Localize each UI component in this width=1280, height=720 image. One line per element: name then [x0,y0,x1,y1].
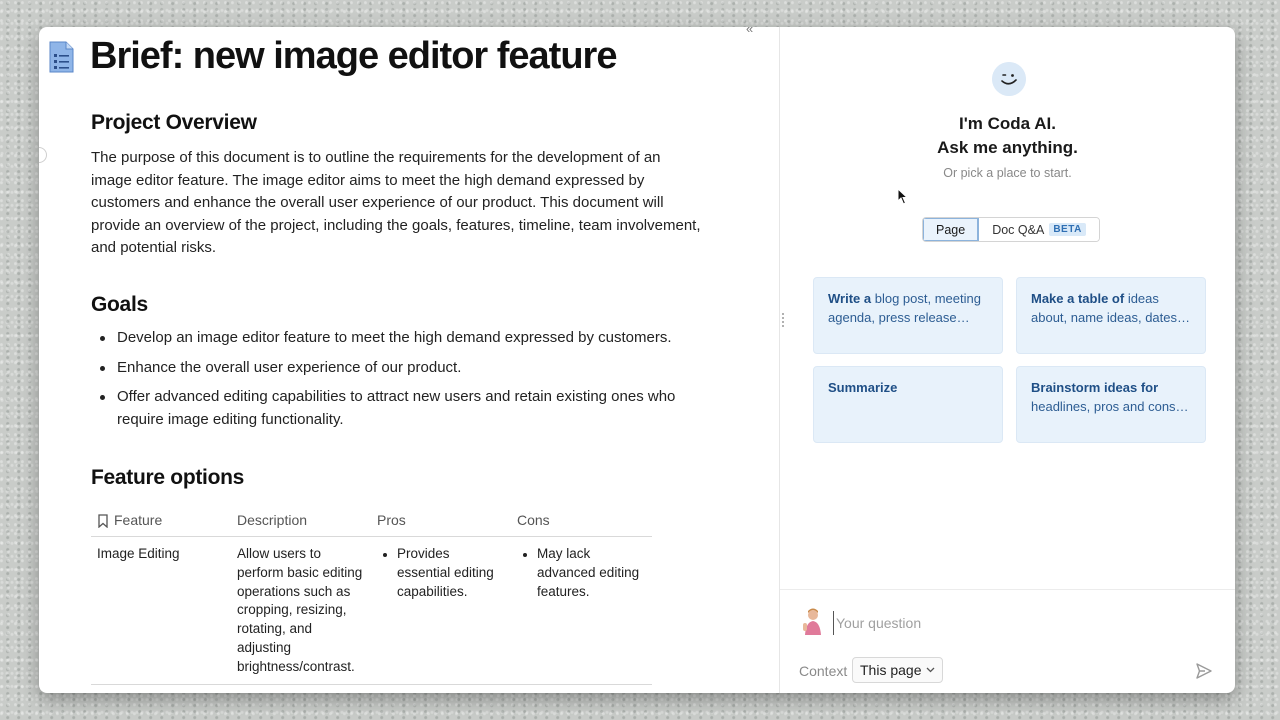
ai-subtitle: Or pick a place to start. [943,166,1072,180]
mode-tabs: Page Doc Q&A BETA [922,217,1100,242]
beta-badge: BETA [1049,223,1086,236]
document-pane: Brief: new image editor feature « Projec… [39,27,779,693]
overview-paragraph: The purpose of this document is to outli… [91,149,701,256]
suggestion-lead: Brainstorm ideas for [1031,380,1159,395]
tab-label: Page [936,222,966,237]
column-header-label: Cons [517,512,550,528]
coda-ai-face-icon [992,62,1026,96]
column-header-feature[interactable]: Feature [91,505,231,536]
column-header-cons[interactable]: Cons [511,505,652,536]
column-header-label: Pros [377,512,406,528]
context-value: This page [860,662,922,678]
list-item: Develop an image editor feature to meet … [91,327,711,350]
input-divider [780,589,1235,590]
side-toggle-button[interactable] [39,147,47,163]
suggestion-summarize[interactable]: Summarize [813,366,1003,443]
mouse-cursor-icon [897,188,908,205]
suggestion-table[interactable]: Make a table of ideas about, name ideas,… [1016,277,1206,354]
tab-label: Doc Q&A [992,222,1045,237]
chevron-down-icon [927,667,935,673]
document-icon [49,41,74,73]
goals-list: Develop an image editor feature to meet … [91,327,711,438]
suggestion-lead: Make a table of [1031,291,1125,306]
column-header-label: Feature [114,512,163,528]
list-item: Enhance the overall user experience of o… [91,357,711,380]
avatar [803,608,821,635]
cell-pros[interactable]: Provides essential editing capabilities. [371,537,511,677]
column-header-pros[interactable]: Pros [371,505,511,536]
app-window: Brief: new image editor feature « Projec… [39,27,1235,693]
list-item: Provides essential editing capabilities. [377,545,505,601]
table-header-row: Feature Description Pros Cons [91,505,652,537]
send-icon[interactable] [1195,662,1213,680]
suggestion-lead: Summarize [828,380,898,395]
bookmark-icon [98,514,108,528]
ai-title-line2: Ask me anything. [937,138,1078,157]
page-title: Brief: new image editor feature [90,35,617,77]
context-select[interactable]: This page [852,657,944,683]
collapse-icon[interactable]: « [746,27,753,36]
column-header-description[interactable]: Description [231,505,371,536]
column-header-label: Description [237,512,308,528]
suggestion-cards: Write a blog post, meeting agenda, press… [813,277,1206,443]
table-row[interactable]: Image Editing Allow users to perform bas… [91,537,652,685]
tab-doc-qa[interactable]: Doc Q&A BETA [979,218,1099,241]
overview-heading: Project Overview [91,111,257,134]
context-label: Context [799,663,848,679]
features-heading: Feature options [91,466,245,489]
question-input[interactable] [833,611,1163,635]
suggestion-rest: headlines, pros and cons… [1031,399,1189,414]
goals-heading: Goals [91,293,148,316]
list-item: May lack advanced editing features. [517,545,646,601]
feature-table: Feature Description Pros Cons Image Edit… [91,505,652,685]
cell-description[interactable]: Allow users to perform basic editing ope… [231,537,371,677]
cell-cons[interactable]: May lack advanced editing features. [511,537,652,677]
suggestion-lead: Write a [828,291,872,306]
suggestion-write[interactable]: Write a blog post, meeting agenda, press… [813,277,1003,354]
suggestion-brainstorm[interactable]: Brainstorm ideas for headlines, pros and… [1016,366,1206,443]
tab-page[interactable]: Page [923,218,980,241]
list-item: Offer advanced editing capabilities to a… [91,386,711,431]
ai-panel: I'm Coda AI. Ask me anything. Or pick a … [780,27,1235,693]
ai-title-line1: I'm Coda AI. [959,114,1056,133]
cell-feature[interactable]: Image Editing [91,537,231,677]
